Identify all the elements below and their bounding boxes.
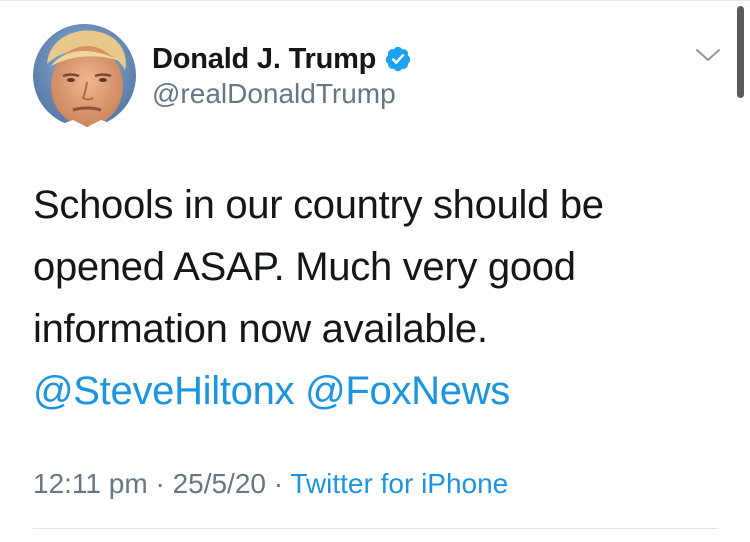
tweet-mentions-line: @SteveHiltonx @FoxNews xyxy=(33,360,713,422)
avatar-photo xyxy=(33,24,136,127)
tweet-time[interactable]: 12:11 pm xyxy=(33,468,148,499)
tweet-metadata: 12:11 pm · 25/5/20 · Twitter for iPhone xyxy=(33,468,508,500)
display-name[interactable]: Donald J. Trump xyxy=(152,43,376,76)
divider xyxy=(33,528,718,529)
tweet-menu-chevron-down-icon[interactable] xyxy=(694,44,722,66)
tweet-source-link[interactable]: Twitter for iPhone xyxy=(290,468,508,499)
meta-separator: · xyxy=(147,468,173,499)
tweet-card: Donald J. Trump @realDonaldTrump Schools… xyxy=(0,0,750,542)
tweet-text-line: information now available. xyxy=(33,307,488,351)
meta-separator: · xyxy=(265,468,291,499)
tweet-text-line: Schools in our country should be xyxy=(33,183,604,227)
verified-badge-icon xyxy=(384,45,412,73)
tweet-text: Schools in our country should be opened … xyxy=(33,174,713,422)
user-handle[interactable]: @realDonaldTrump xyxy=(152,78,412,110)
scrollbar[interactable] xyxy=(737,6,744,98)
display-name-row: Donald J. Trump xyxy=(152,40,412,78)
tweet-text-line: opened ASAP. Much very good xyxy=(33,245,576,289)
tweet-date[interactable]: 25/5/20 xyxy=(173,468,266,499)
mention-link[interactable]: @FoxNews xyxy=(305,369,510,413)
tweet-header: Donald J. Trump @realDonaldTrump xyxy=(152,40,412,110)
mention-link[interactable]: @SteveHiltonx xyxy=(33,369,295,413)
top-divider xyxy=(0,0,750,1)
avatar[interactable] xyxy=(33,24,136,127)
